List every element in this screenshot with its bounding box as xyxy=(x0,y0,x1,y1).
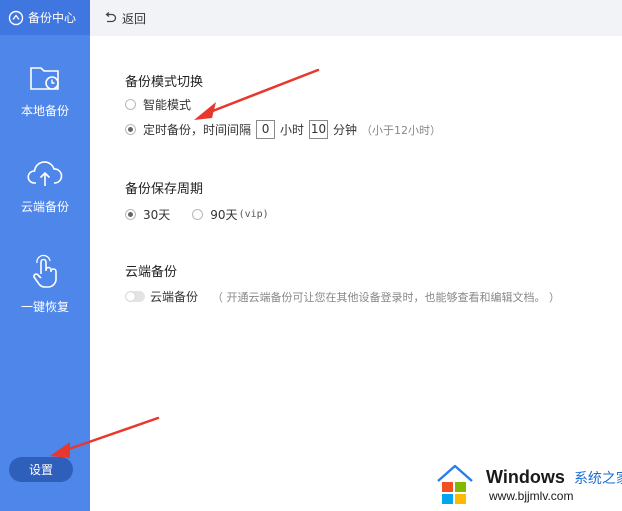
sidebar-item-one-click-restore[interactable]: 一键恢复 xyxy=(0,254,90,315)
scheduled-backup-option[interactable]: 定时备份，时间间隔 0 小时 10 分钟 （小于12小时） xyxy=(125,120,441,139)
interval-hint: （小于12小时） xyxy=(361,123,442,137)
sidebar: 备份中心 本地备份 云端备份 一键恢复 设置 xyxy=(0,0,90,511)
hours-input[interactable]: 0 xyxy=(256,120,276,139)
retention-30-radio[interactable] xyxy=(125,209,136,220)
backup-mode-title: 备份模式切换 xyxy=(125,75,204,90)
undo-arrow-icon xyxy=(104,9,117,28)
scheduled-backup-label: 定时备份，时间间隔 xyxy=(143,123,252,137)
minutes-unit: 分钟 xyxy=(333,123,358,137)
cloud-backup-title: 云端备份 xyxy=(125,265,178,280)
watermark-brand: Windows xyxy=(486,467,565,487)
sidebar-item-label: 一键恢复 xyxy=(20,300,69,314)
folder-clock-icon xyxy=(0,62,90,98)
hours-unit: 小时 xyxy=(280,123,305,137)
smart-mode-radio[interactable] xyxy=(125,99,136,110)
backup-center-icon xyxy=(8,10,24,26)
smart-mode-option[interactable]: 智能模式 xyxy=(125,96,191,113)
sidebar-item-local-backup[interactable]: 本地备份 xyxy=(0,62,90,119)
cloud-backup-option: 云端备份 （ 开通云端备份可让您在其他设备登录时，也能够查看和编辑文档。 ） xyxy=(125,288,560,305)
sidebar-item-label: 本地备份 xyxy=(20,104,69,118)
watermark: Windows 系统之家 www.bjjmlv.com xyxy=(432,460,622,511)
minutes-input[interactable]: 10 xyxy=(309,120,329,139)
windows-logo-icon xyxy=(432,462,478,511)
settings-panel: 备份模式切换 智能模式 定时备份，时间间隔 0 小时 10 分钟 （小于12小时… xyxy=(90,36,622,511)
vip-tag: (vip) xyxy=(238,209,269,220)
sidebar-brand: 备份中心 xyxy=(0,0,90,35)
sidebar-item-label: 云端备份 xyxy=(20,200,69,214)
top-bar: 返回 xyxy=(90,0,622,36)
cloud-backup-hint: （ 开通云端备份可让您在其他设备登录时，也能够查看和编辑文档。 ） xyxy=(212,290,561,304)
back-button[interactable]: 返回 xyxy=(104,9,146,28)
back-label: 返回 xyxy=(122,11,147,26)
watermark-site-name: 系统之家 xyxy=(573,470,622,486)
hand-pointer-icon xyxy=(0,254,90,294)
settings-button[interactable]: 设置 xyxy=(9,457,73,482)
retention-title: 备份保存周期 xyxy=(125,182,204,197)
scheduled-backup-radio[interactable] xyxy=(125,124,136,135)
retention-90-label[interactable]: 90天 xyxy=(210,206,237,223)
watermark-title: Windows 系统之家 xyxy=(486,467,622,488)
cloud-upload-icon xyxy=(0,158,90,194)
smart-mode-label: 智能模式 xyxy=(143,98,192,112)
retention-30-label[interactable]: 30天 xyxy=(143,206,170,223)
sidebar-item-cloud-backup[interactable]: 云端备份 xyxy=(0,158,90,215)
watermark-url: www.bjjmlv.com xyxy=(489,489,574,503)
cloud-backup-toggle[interactable] xyxy=(125,291,145,302)
cloud-backup-toggle-label: 云端备份 xyxy=(150,290,199,304)
brand-label: 备份中心 xyxy=(28,11,77,25)
retention-options: 30天 90天 (vip) xyxy=(125,206,269,223)
retention-90-radio[interactable] xyxy=(192,209,204,220)
